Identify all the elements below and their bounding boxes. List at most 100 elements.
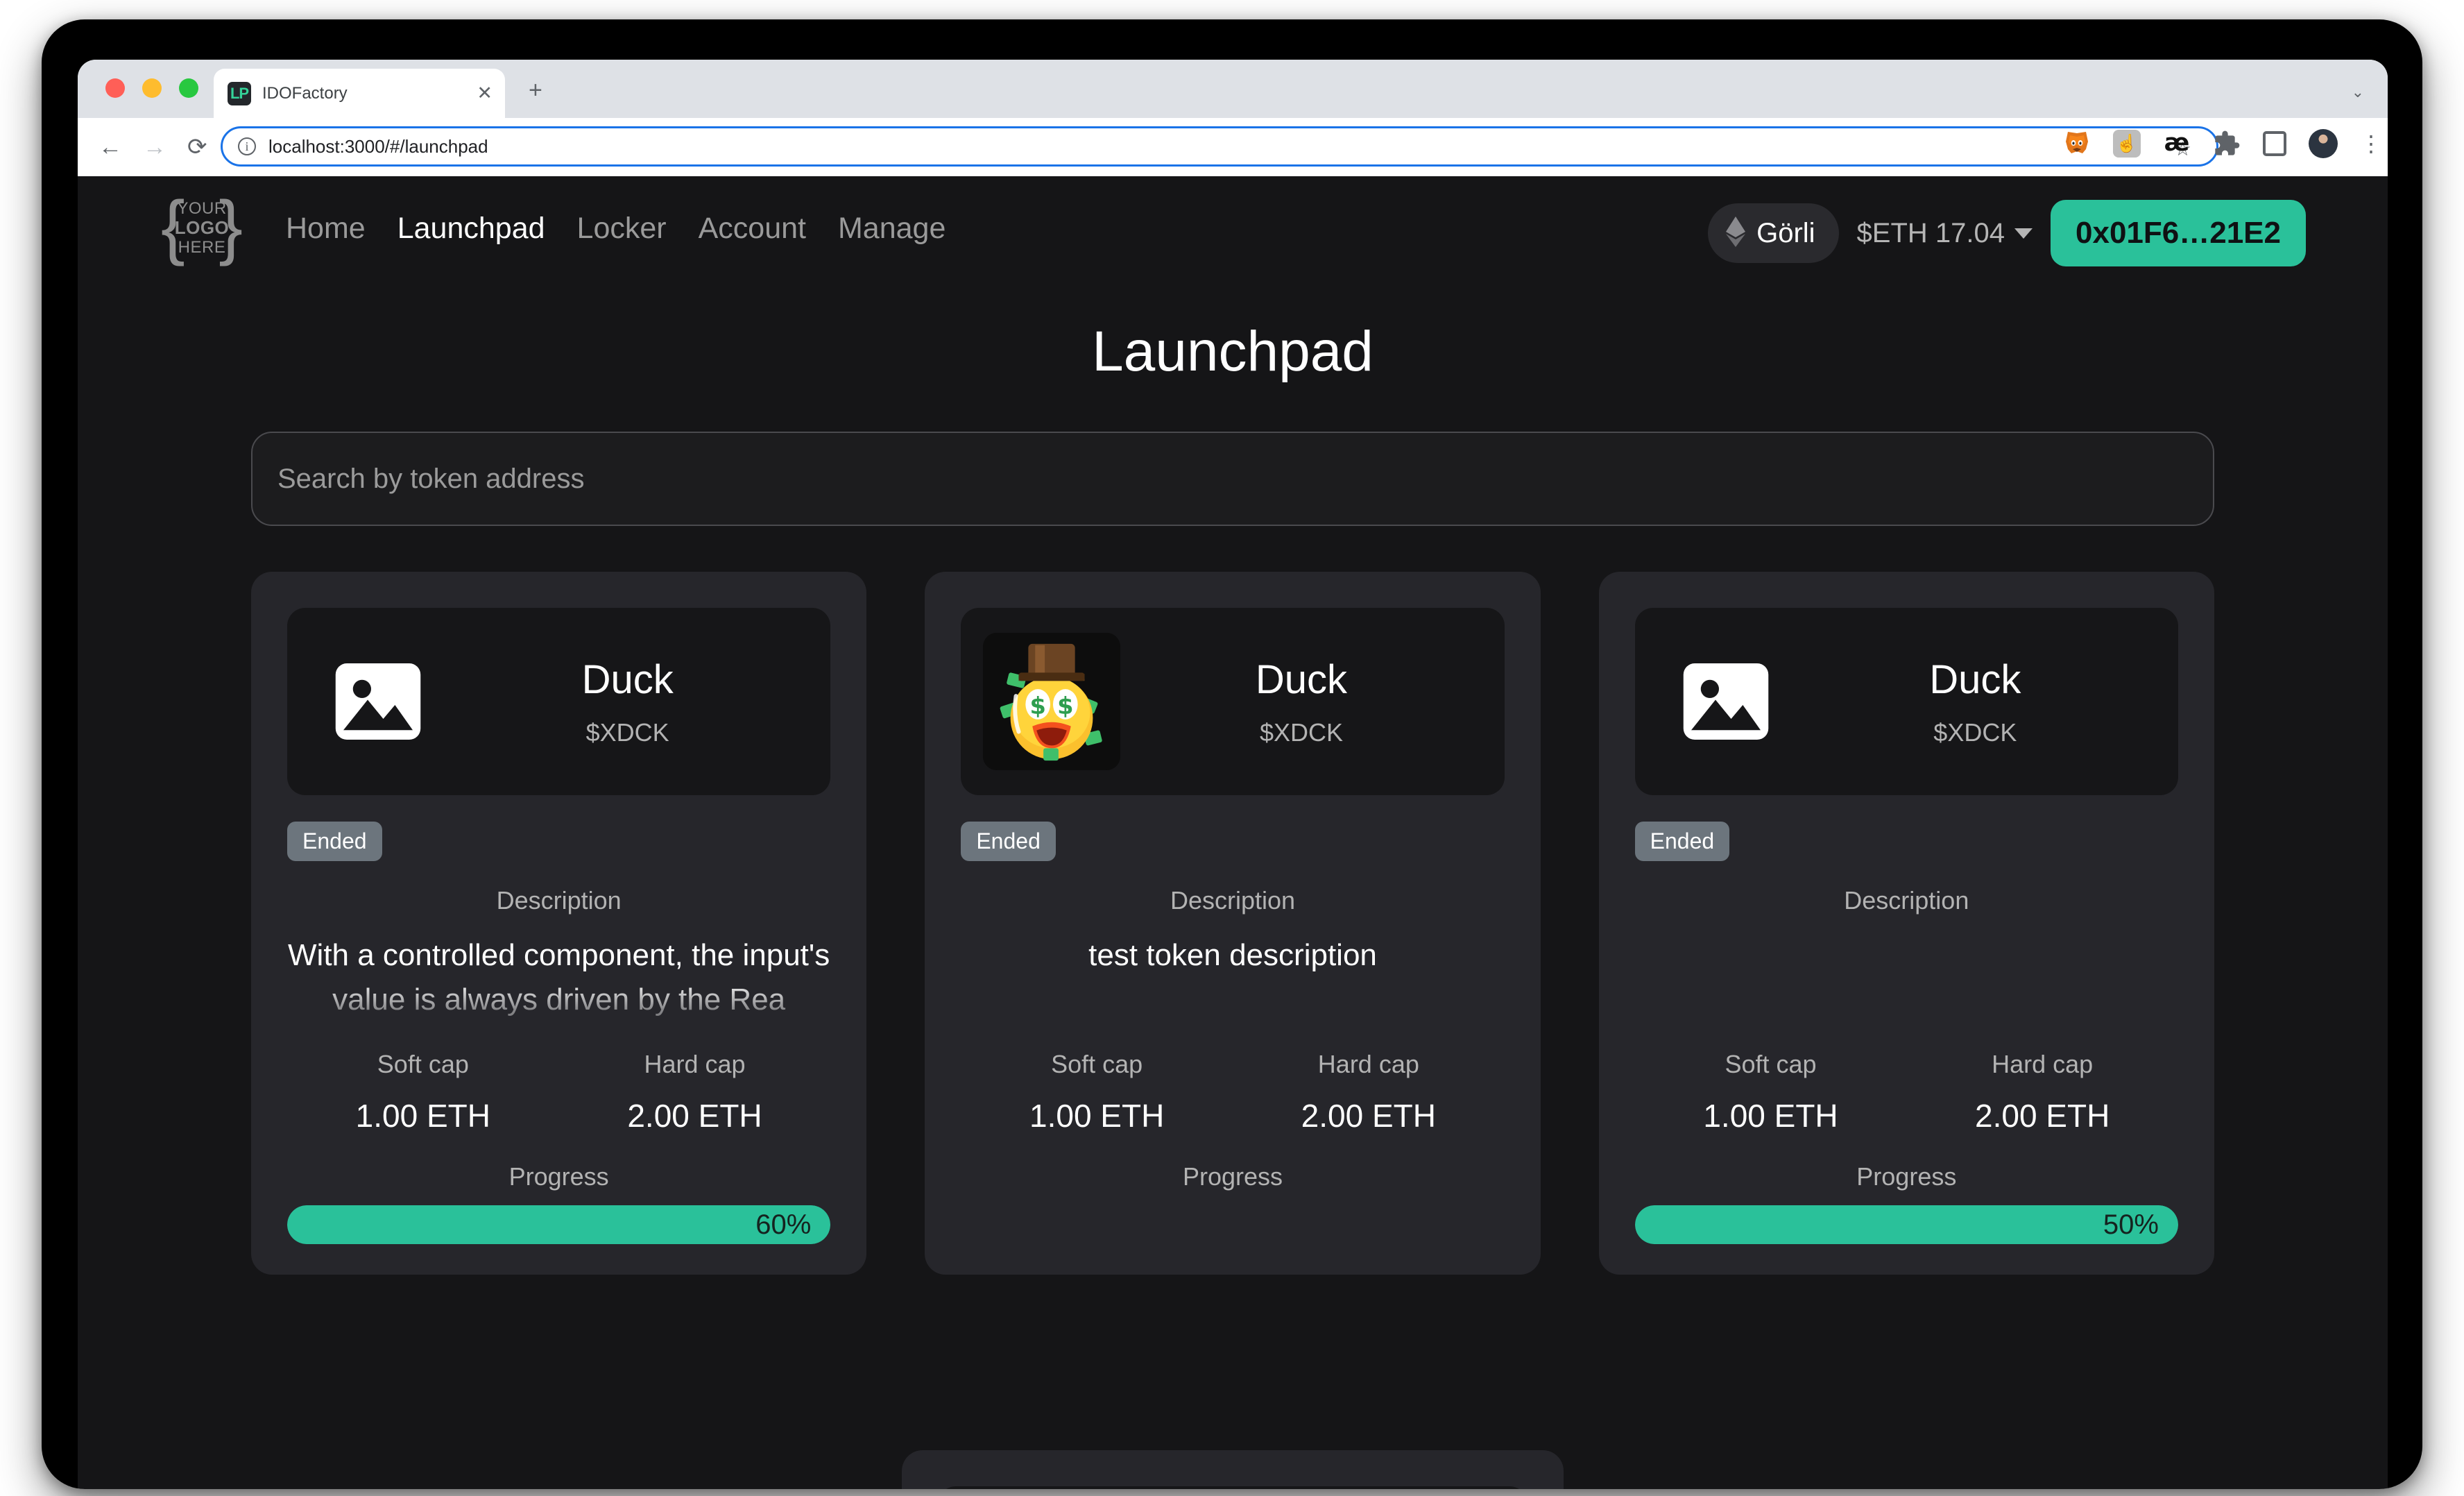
progress-label: Progress [1182, 1162, 1283, 1191]
window-traffic-lights [105, 78, 198, 98]
main-navigation: Home Launchpad Locker Account Manage [286, 212, 946, 246]
ae-extension-icon[interactable]: æ [2163, 130, 2191, 158]
soft-cap-column: Soft cap 1.00 ETH [1635, 1050, 1907, 1134]
description-text: test token description [1088, 938, 1377, 972]
logo-brace-right: } [219, 187, 243, 267]
launchpad-card[interactable]: $ $ Duck $XDCK Ended Description test to… [925, 572, 1541, 1275]
launchpad-card[interactable]: Duck $XDCK Ended Description Soft cap 1.… [1598, 572, 2214, 1275]
launchpad-card-partial[interactable] [902, 1450, 1564, 1489]
device-frame: LP IDOFactory ✕ + ⌄ ← → ⟳ i localhost:30… [42, 19, 2422, 1489]
tab-title: IDOFactory [262, 83, 348, 103]
token-identity: Duck $XDCK [447, 656, 808, 747]
nav-item-locker[interactable]: Locker [577, 212, 667, 246]
address-bar[interactable]: i localhost:3000/#/launchpad ⇧ ☆ [221, 126, 2218, 167]
status-badge: Ended [287, 822, 382, 861]
hard-cap-label: Hard cap [1317, 1050, 1419, 1078]
nav-item-manage[interactable]: Manage [838, 212, 946, 246]
hard-cap-value: 2.00 ETH [1301, 1098, 1436, 1134]
search-input[interactable] [253, 433, 2213, 525]
soft-cap-column: Soft cap 1.00 ETH [961, 1050, 1233, 1134]
caps-row: Soft cap 1.00 ETH Hard cap 2.00 ETH [1635, 1050, 2178, 1134]
progress-bar [961, 1205, 1504, 1244]
token-identity: Duck $XDCK [1120, 656, 1482, 747]
back-icon[interactable]: ← [99, 135, 122, 159]
token-symbol: $XDCK [1933, 717, 2017, 747]
token-name: Duck [1255, 656, 1348, 702]
site-info-icon[interactable]: i [238, 137, 256, 155]
network-selector[interactable]: Görli [1708, 203, 1839, 263]
token-name: Duck [1929, 656, 2021, 702]
wallet-address-button[interactable]: 0x01F6…21E2 [2051, 200, 2306, 266]
close-window-button[interactable] [105, 78, 125, 98]
ethereum-diamond-icon [1726, 216, 1746, 250]
description-label: Description [496, 886, 622, 915]
side-panel-icon[interactable] [2263, 131, 2286, 156]
progress-bar-fill: 60% [287, 1205, 831, 1244]
reload-icon[interactable]: ⟳ [187, 135, 207, 159]
hard-cap-column: Hard cap 2.00 ETH [559, 1050, 831, 1134]
token-logo-image: $ $ [983, 633, 1121, 770]
soft-cap-column: Soft cap 1.00 ETH [287, 1050, 559, 1134]
balance-dropdown[interactable]: $ETH 17.04 [1857, 218, 2033, 249]
forward-icon[interactable]: → [143, 135, 166, 159]
progress-bar: 50% [1634, 1205, 2178, 1244]
hard-cap-column: Hard cap 2.00 ETH [1906, 1050, 2178, 1134]
site-logo[interactable]: { YOUR LOGO HERE } [161, 191, 243, 266]
nav-item-account[interactable]: Account [699, 212, 806, 246]
card-banner: Duck $XDCK [287, 608, 831, 795]
progress-bar: 60% [287, 1205, 831, 1244]
nav-item-launchpad[interactable]: Launchpad [397, 212, 545, 246]
card-banner [938, 1486, 1528, 1489]
profile-avatar[interactable] [2309, 129, 2338, 158]
chevron-down-icon [2014, 228, 2033, 239]
puzzle-extensions-icon[interactable] [2213, 130, 2241, 158]
progress-label: Progress [508, 1162, 609, 1191]
hard-cap-label: Hard cap [644, 1050, 746, 1078]
soft-cap-label: Soft cap [1725, 1050, 1817, 1078]
page-title: Launchpad [1092, 320, 1374, 383]
status-badge: Ended [1634, 822, 1730, 861]
token-symbol: $XDCK [1259, 717, 1344, 747]
browser-toolbar: ← → ⟳ i localhost:3000/#/launchpad ⇧ ☆ [78, 118, 2388, 176]
header-actions: Görli $ETH 17.04 0x01F6…21E2 [1708, 200, 2306, 266]
metamask-icon[interactable] [2063, 130, 2091, 158]
chevron-down-icon[interactable]: ⌄ [2352, 85, 2364, 100]
hard-cap-value: 2.00 ETH [627, 1098, 762, 1134]
address-bar-url: localhost:3000/#/launchpad [268, 135, 488, 157]
search-bar[interactable] [251, 432, 2214, 526]
token-identity: Duck $XDCK [1795, 656, 2156, 747]
status-badge: Ended [961, 822, 1056, 861]
card-banner: $ $ Duck $XDCK [961, 608, 1505, 795]
soft-cap-value: 1.00 ETH [1029, 1098, 1165, 1134]
browser-tab[interactable]: LP IDOFactory ✕ [214, 69, 505, 118]
broken-image-placeholder-icon [309, 633, 447, 770]
close-tab-icon[interactable]: ✕ [477, 84, 493, 103]
app-viewport: { YOUR LOGO HERE } Home Launchpad Locker… [78, 176, 2388, 1489]
launchpad-card[interactable]: Duck $XDCK Ended Description With a cont… [251, 572, 867, 1275]
progress-label: Progress [1856, 1162, 1957, 1191]
description-label: Description [1844, 886, 1969, 915]
network-name: Görli [1756, 217, 1815, 248]
nav-item-home[interactable]: Home [286, 212, 366, 246]
maximize-window-button[interactable] [179, 78, 198, 98]
minimize-window-button[interactable] [142, 78, 162, 98]
hard-cap-column: Hard cap 2.00 ETH [1233, 1050, 1505, 1134]
description-text: With a controlled component, the input's… [288, 938, 830, 1017]
logo-brace-left: { [161, 187, 185, 267]
balance-amount: $ETH 17.04 [1856, 217, 2005, 248]
hard-cap-value: 2.00 ETH [1975, 1098, 2110, 1134]
soft-cap-label: Soft cap [377, 1050, 469, 1078]
app-header: { YOUR LOGO HERE } Home Launchpad Locker… [78, 176, 2388, 280]
favicon-icon: LP [228, 81, 251, 105]
soft-cap-value: 1.00 ETH [355, 1098, 490, 1134]
soft-cap-value: 1.00 ETH [1703, 1098, 1838, 1134]
launchpad-cards-grid: Duck $XDCK Ended Description With a cont… [251, 572, 2214, 1275]
caps-row: Soft cap 1.00 ETH Hard cap 2.00 ETH [287, 1050, 830, 1134]
extension-icons: ☝ æ ⋮ [2063, 129, 2382, 158]
new-tab-icon[interactable]: + [529, 78, 542, 102]
description-label: Description [1170, 886, 1296, 915]
hard-cap-label: Hard cap [1992, 1050, 2094, 1078]
caps-row: Soft cap 1.00 ETH Hard cap 2.00 ETH [961, 1050, 1504, 1134]
browser-menu-icon[interactable]: ⋮ [2360, 133, 2382, 155]
hand-pointer-icon[interactable]: ☝ [2113, 130, 2141, 158]
